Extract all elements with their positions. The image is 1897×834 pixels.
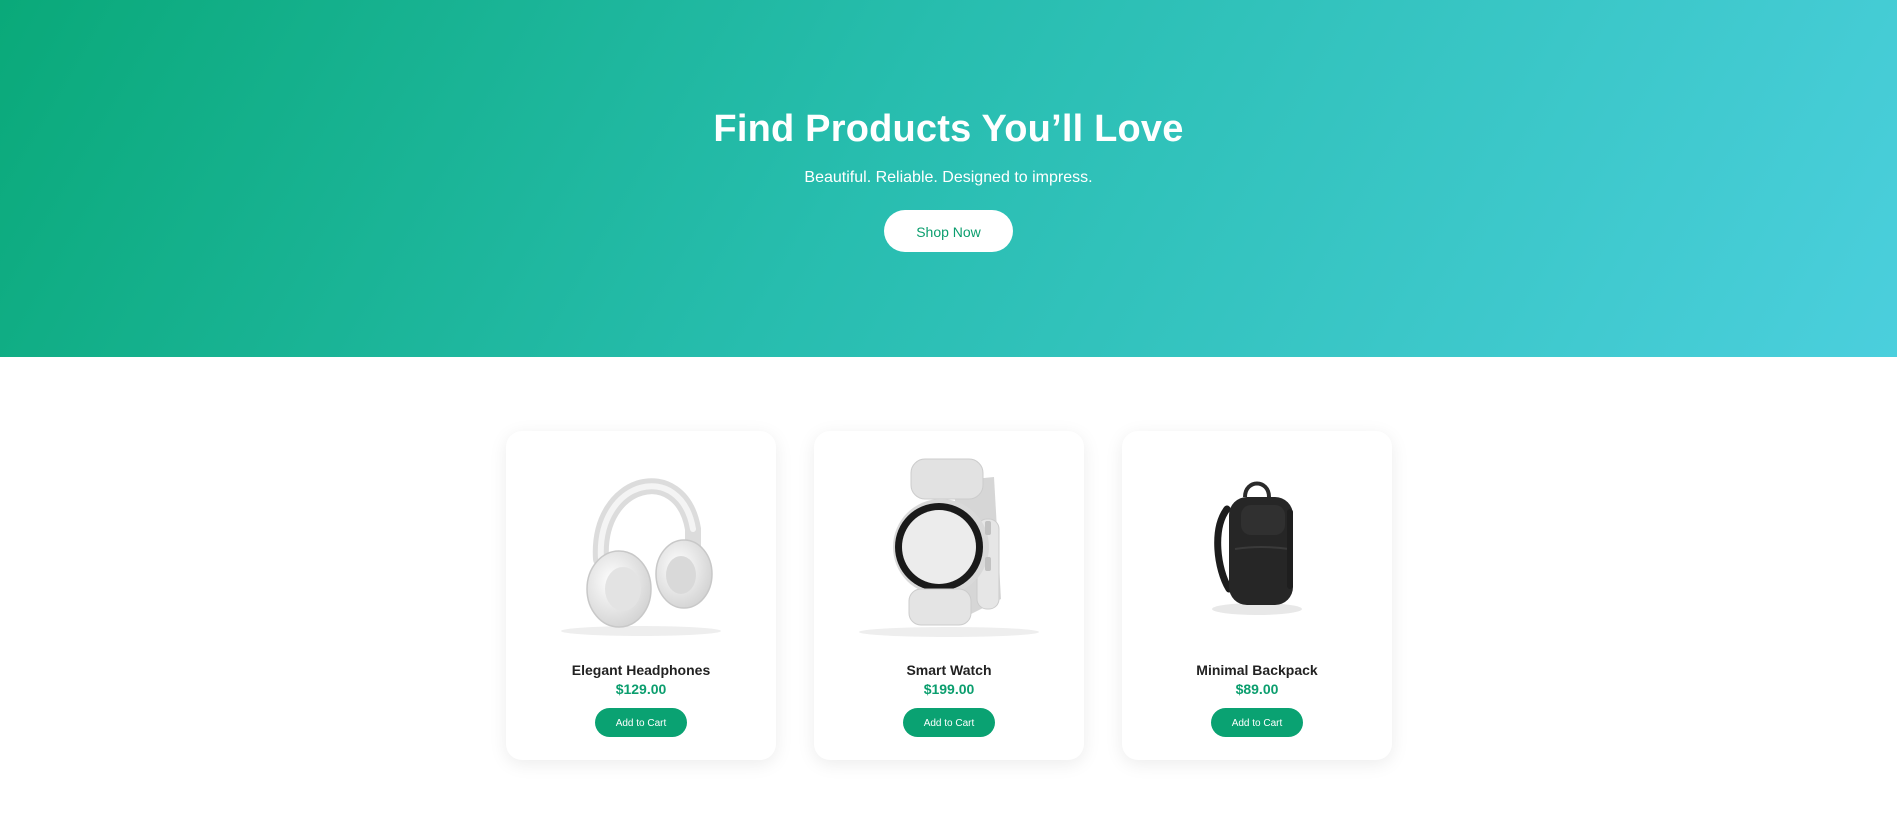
- add-to-cart-button[interactable]: Add to Cart: [595, 708, 687, 737]
- headphones-image: [561, 478, 721, 636]
- product-price: $129.00: [615, 681, 667, 697]
- add-to-cart-button[interactable]: Add to Cart: [903, 708, 995, 737]
- product-card: Smart Watch $199.00 Add to Cart: [814, 431, 1084, 760]
- product-card: Elegant Headphones $129.00 Add to Cart: [506, 431, 776, 760]
- smartwatch-image: [859, 458, 1039, 637]
- shop-now-button[interactable]: Shop Now: [884, 210, 1013, 252]
- product-name: Minimal Backpack: [1196, 662, 1318, 678]
- add-to-cart-button[interactable]: Add to Cart: [1211, 708, 1303, 737]
- backpack-image: [1212, 481, 1302, 615]
- product-price: $89.00: [1235, 681, 1279, 697]
- product-price: $199.00: [923, 681, 975, 697]
- product-card: Minimal Backpack $89.00 Add to Cart: [1122, 431, 1392, 760]
- hero-subtitle: Beautiful. Reliable. Designed to impress…: [804, 169, 1093, 186]
- product-grid: Elegant Headphones $129.00 Add to Cart S…: [506, 431, 1392, 760]
- hero-banner: Find Products You’ll Love Beautiful. Rel…: [0, 0, 1897, 357]
- hero-title: Find Products You’ll Love: [713, 108, 1184, 150]
- product-name: Elegant Headphones: [571, 662, 711, 678]
- product-name: Smart Watch: [906, 662, 992, 678]
